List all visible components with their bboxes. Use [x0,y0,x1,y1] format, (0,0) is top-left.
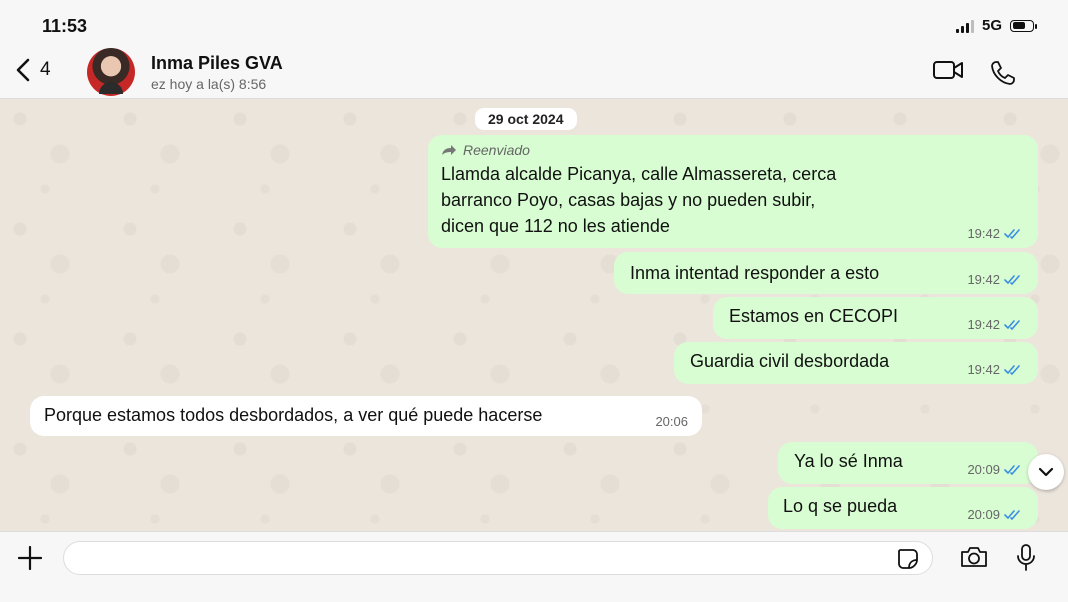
camera-icon[interactable] [959,545,989,569]
message-time: 19:42 [967,317,1000,332]
message-bubble-outgoing[interactable]: Reenviado Llamda alcalde Picanya, calle … [428,135,1038,248]
message-bubble-outgoing[interactable]: Estamos en CECOPI 19:42 [713,297,1038,339]
message-text: Inma intentad responder a esto [630,263,880,283]
avatar[interactable] [87,48,135,96]
message-time: 20:09 [967,462,1000,477]
double-check-icon [1004,510,1020,520]
message-meta: 19:42 [967,227,1024,241]
network-type: 5G [981,17,1002,34]
double-check-icon [1004,275,1020,285]
message-bubble-outgoing[interactable]: Guardia civil desbordada 19:42 [674,342,1038,384]
message-text: Estamos en CECOPI [729,306,899,326]
video-call-icon[interactable] [932,58,964,82]
signal-icon [955,19,974,33]
message-bubble-outgoing[interactable]: Lo q se pueda 20:09 [768,487,1038,529]
message-time: 19:42 [967,272,1000,287]
battery-icon [1010,19,1037,32]
message-line: Llamda alcalde Picanya, calle Almasseret… [441,164,837,184]
back-button[interactable]: 4 [16,58,51,82]
last-seen: ez hoy a la(s) 8:56 [151,76,267,92]
double-check-icon [1004,320,1020,330]
message-meta: 19:42 [967,363,1024,377]
status-time: 11:53 [42,16,88,36]
message-text: Porque estamos todos desbordados, a ver … [44,405,543,425]
chevron-down-icon [1038,467,1054,477]
scroll-to-bottom-button[interactable] [1028,454,1064,490]
microphone-icon[interactable] [1015,543,1037,573]
message-time: 20:06 [655,414,688,429]
message-bubble-outgoing[interactable]: Inma intentad responder a esto 19:42 [614,252,1038,294]
status-bar: 11:53 5G [0,0,1068,44]
chat-area[interactable]: 29 oct 2024 Reenviado Llamda alcalde Pic… [0,99,1068,531]
message-meta: 20:06 [655,415,688,429]
double-check-icon [1004,465,1020,475]
message-bubble-incoming[interactable]: Porque estamos todos desbordados, a ver … [30,396,702,436]
message-meta: 19:42 [967,273,1024,287]
forwarded-label: Reenviado [441,141,1024,159]
composer-bar [0,531,1068,602]
message-line: barranco Poyo, casas bajas y no pueden s… [441,190,816,210]
forward-arrow-icon [442,145,456,155]
date-separator: 29 oct 2024 [475,108,577,130]
message-text: Lo q se pueda [783,496,898,516]
message-text: Guardia civil desbordada [690,351,890,371]
message-text: Llamda alcalde Picanya, calle Almasseret… [441,161,1024,239]
message-meta: 20:09 [967,508,1024,522]
message-line: dicen que 112 no les atiende [441,216,670,236]
unread-count: 4 [40,59,51,80]
double-check-icon [1004,365,1020,375]
status-indicators: 5G [955,17,1037,34]
message-time: 20:09 [967,507,1000,522]
message-bubble-outgoing[interactable]: Ya lo sé Inma 20:09 [778,442,1038,484]
message-meta: 19:42 [967,318,1024,332]
contact-name[interactable]: Inma Piles GVA [151,53,283,74]
message-meta: 20:09 [967,463,1024,477]
message-time: 19:42 [967,226,1000,241]
message-text: Ya lo sé Inma [794,451,903,471]
sticker-icon[interactable] [896,547,920,571]
chat-header: 4 Inma Piles GVA ez hoy a la(s) 8:56 [0,44,1068,99]
chevron-left-icon [16,58,30,82]
message-input[interactable] [63,541,933,575]
message-time: 19:42 [967,362,1000,377]
double-check-icon [1004,229,1020,239]
phone-icon[interactable] [990,60,1016,86]
plus-icon[interactable] [18,546,42,570]
